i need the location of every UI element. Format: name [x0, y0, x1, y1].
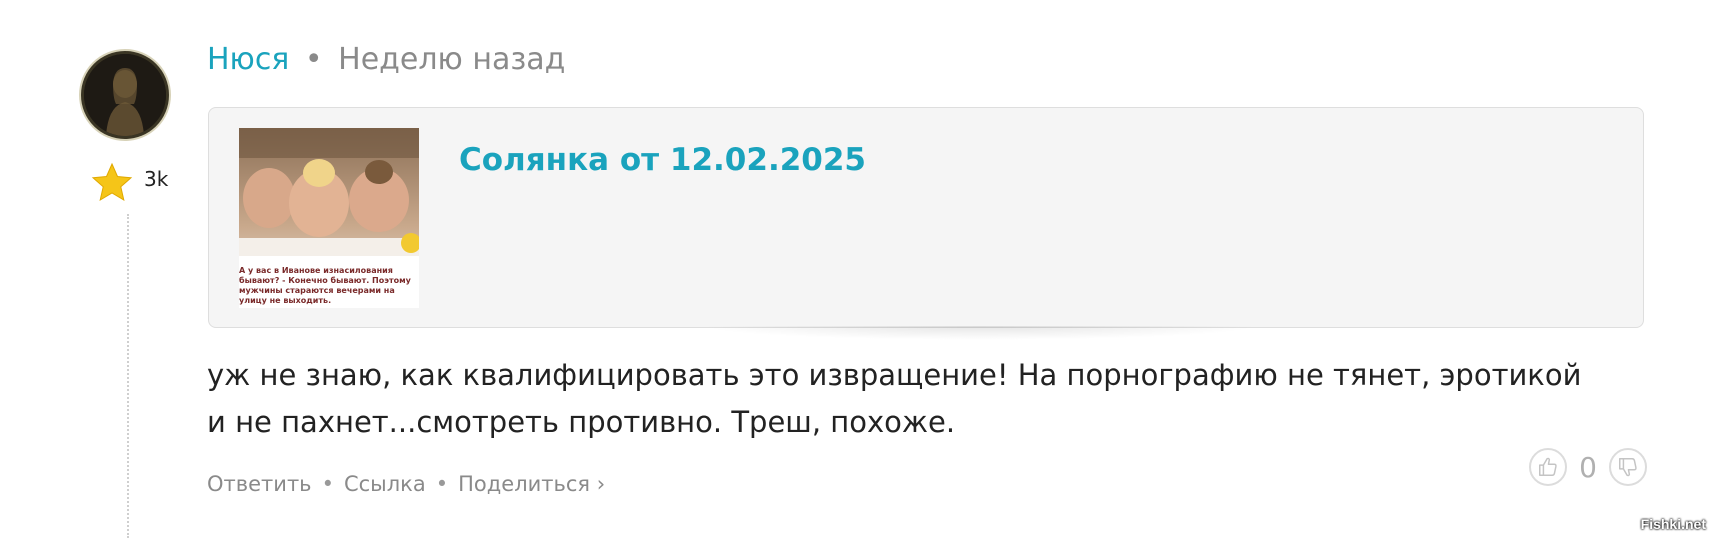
- permalink-link[interactable]: Ссылка: [344, 472, 426, 496]
- thumbs-up-icon: [1539, 457, 1557, 476]
- comment-header: Нюся • Неделю назад: [207, 38, 565, 82]
- card-shadow: [700, 326, 1260, 340]
- user-rating: 3k: [90, 160, 168, 206]
- quoted-post-card[interactable]: А у вас в Иванове изнасилования бывают? …: [208, 107, 1644, 328]
- quoted-post-thumbnail[interactable]: А у вас в Иванове изнасилования бывают? …: [239, 128, 419, 308]
- share-link[interactable]: Поделиться ›: [458, 472, 605, 496]
- comment-actions: Ответить • Ссылка • Поделиться ›: [207, 472, 605, 496]
- rating-value: 3k: [144, 167, 169, 191]
- star-icon: [91, 162, 133, 202]
- thumbnail-caption: А у вас в Иванове изнасилования бывают? …: [239, 266, 411, 305]
- vote-controls: 0: [1529, 448, 1647, 486]
- avatar[interactable]: [84, 54, 166, 136]
- thread-line: [127, 214, 129, 538]
- actions-separator: •: [321, 472, 334, 496]
- header-separator: •: [304, 42, 323, 77]
- quoted-post-title[interactable]: Солянка от 12.02.2025: [459, 142, 866, 178]
- watermark: Fishki.net: [1640, 516, 1706, 532]
- comment-time[interactable]: Неделю назад: [338, 42, 565, 77]
- vote-count: 0: [1579, 450, 1597, 484]
- comment-block: 3k Нюся • Неделю назад А у вас в Иванове…: [0, 0, 1710, 538]
- avatar-silhouette-icon: [84, 54, 166, 136]
- comment-text: уж не знаю, как квалифицировать это извр…: [207, 358, 1582, 439]
- reply-link[interactable]: Ответить: [207, 472, 312, 496]
- actions-separator: •: [435, 472, 449, 496]
- thumbs-down-icon: [1619, 458, 1637, 477]
- dislike-button[interactable]: [1609, 448, 1647, 486]
- author-link[interactable]: Нюся: [207, 42, 289, 77]
- like-button[interactable]: [1529, 448, 1567, 486]
